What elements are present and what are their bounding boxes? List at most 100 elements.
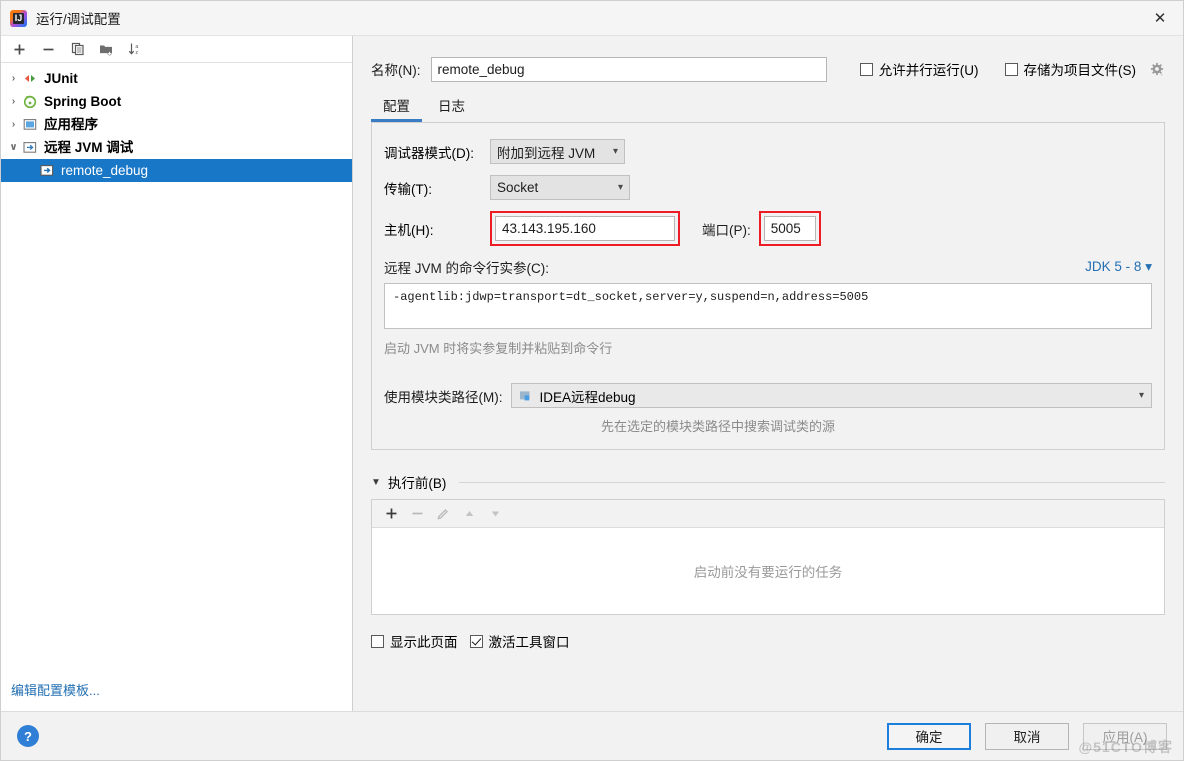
tree-item-label: remote_debug — [61, 162, 149, 178]
configurations-sidebar: a z › JUnit › Spring Boot › 应用程序 ∨ 远程 JV… — [1, 36, 353, 711]
junit-icon — [22, 71, 40, 87]
port-highlight — [758, 211, 821, 246]
bottom-options: 显示此页面 激活工具窗口 — [371, 631, 1165, 651]
dialog-footer: ? 确定 取消 应用(A) @51CTO博客 — [1, 711, 1183, 760]
debugger-mode-select[interactable]: 附加到远程 JVM ▾ — [490, 139, 625, 164]
chevron-right-icon[interactable]: › — [5, 73, 22, 84]
allow-parallel-run-checkbox[interactable]: 允许并行运行(U) — [859, 59, 979, 79]
triangle-down-icon: ▼ — [371, 476, 381, 488]
activate-tool-window-label: 激活工具窗口 — [488, 635, 570, 650]
configuration-panel: 调试器模式(D): 附加到远程 JVM ▾ 传输(T): Socket ▾ 主机… — [371, 122, 1165, 450]
sidebar-toolbar: a z — [1, 36, 352, 63]
sort-configurations-button[interactable]: a z — [123, 38, 148, 61]
module-classpath-value: IDEA远程debug — [539, 389, 636, 405]
spring-boot-icon — [22, 94, 40, 110]
command-line-args-textarea[interactable]: -agentlib:jdwp=transport=dt_socket,serve… — [384, 283, 1152, 329]
port-label: 端口(P): — [702, 222, 751, 238]
store-as-project-file-checkbox[interactable]: 存储为项目文件(S) — [1004, 59, 1166, 79]
debugger-mode-row: 调试器模式(D): 附加到远程 JVM ▾ — [384, 139, 1152, 164]
tree-item-spring-boot[interactable]: › Spring Boot — [1, 90, 352, 113]
checkbox-box — [1004, 62, 1018, 76]
chevron-down-icon: ▾ — [1138, 390, 1144, 401]
before-launch-empty-message: 启动前没有要运行的任务 — [693, 565, 843, 580]
folder-add-icon — [100, 45, 112, 56]
name-row: 名称(N): 允许并行运行(U) 存储为项目文件(S) — [371, 36, 1165, 94]
checkbox-box — [859, 62, 873, 76]
checkbox-box — [469, 634, 483, 648]
tree-item-junit[interactable]: › JUnit — [1, 67, 352, 90]
chevron-down-icon: ▾ — [1145, 259, 1152, 274]
tree-item-remote-debug[interactable]: remote_debug — [1, 159, 352, 182]
activate-tool-window-checkbox[interactable]: 激活工具窗口 — [469, 631, 570, 651]
edit-task-button — [434, 505, 452, 523]
minus-icon — [43, 48, 54, 50]
svg-text:z: z — [135, 50, 138, 56]
add-configuration-button[interactable] — [7, 38, 32, 61]
debugger-mode-value: 附加到远程 JVM — [497, 145, 596, 161]
plus-icon — [386, 508, 396, 519]
before-launch-title: 执行前(B) — [387, 476, 447, 491]
close-icon[interactable]: ✕ — [1137, 1, 1183, 35]
move-down-button — [486, 505, 504, 523]
apply-button[interactable]: 应用(A) — [1083, 722, 1167, 750]
minus-icon — [412, 512, 422, 515]
command-line-args-hint: 启动 JVM 时将实参复制并粘贴到命令行 — [384, 341, 613, 356]
transport-select[interactable]: Socket ▾ — [490, 175, 630, 200]
name-label: 名称(N): — [371, 63, 421, 78]
configuration-editor: 名称(N): 允许并行运行(U) 存储为项目文件(S) — [353, 36, 1183, 711]
chevron-down-icon: ▾ — [617, 182, 623, 193]
chevron-right-icon[interactable]: › — [5, 96, 22, 107]
tree-item-label: 远程 JVM 调试 — [44, 139, 134, 155]
title-bar: IJ 运行/调试配置 ✕ — [1, 1, 1183, 36]
port-input[interactable] — [763, 216, 816, 241]
triangle-down-icon — [491, 511, 499, 517]
chevron-right-icon[interactable]: › — [5, 119, 22, 130]
dialog-buttons: 确定 取消 应用(A) — [887, 722, 1167, 750]
tab-logs[interactable]: 日志 — [426, 95, 477, 122]
editor-tabs: 配置 日志 — [371, 94, 1165, 122]
transport-value: Socket — [497, 180, 539, 195]
gear-icon[interactable] — [1150, 62, 1165, 77]
jdk-version-label: JDK 5 - 8 — [1085, 259, 1142, 274]
jdk-version-selector[interactable]: JDK 5 - 8 ▾ — [1085, 259, 1152, 275]
checkbox-box — [371, 634, 384, 648]
host-port-row: 主机(H): 端口(P): — [384, 211, 1152, 246]
show-page-label: 显示此页面 — [390, 635, 458, 650]
remote-jvm-debug-icon — [22, 140, 40, 156]
command-line-args-label: 远程 JVM 的命令行实参(C): — [384, 261, 549, 276]
copy-configuration-button[interactable] — [65, 38, 90, 61]
plus-icon — [14, 44, 25, 54]
pencil-icon — [437, 508, 448, 520]
cancel-button[interactable]: 取消 — [985, 722, 1069, 750]
tree-item-label: Spring Boot — [44, 93, 122, 109]
help-button[interactable]: ? — [17, 725, 39, 747]
tree-item-application[interactable]: › 应用程序 — [1, 113, 352, 136]
add-task-button[interactable] — [382, 505, 400, 523]
chevron-down-icon[interactable]: ∨ — [5, 142, 22, 153]
module-classpath-row: 使用模块类路径(M): IDEA远程debug ▾ — [384, 383, 1152, 408]
host-input[interactable] — [495, 216, 675, 241]
tab-configuration[interactable]: 配置 — [371, 95, 422, 122]
name-input[interactable] — [430, 56, 827, 82]
before-launch-toolbar — [372, 500, 1164, 528]
module-classpath-select[interactable]: IDEA远程debug ▾ — [510, 383, 1152, 408]
module-classpath-hint: 先在选定的模块类路径中搜索调试类的源 — [600, 419, 835, 434]
show-page-checkbox[interactable]: 显示此页面 — [371, 631, 458, 651]
dialog-body: a z › JUnit › Spring Boot › 应用程序 ∨ 远程 JV… — [1, 36, 1183, 711]
edit-configuration-templates-link[interactable]: 编辑配置模板... — [11, 680, 100, 699]
run-debug-configurations-dialog: IJ 运行/调试配置 ✕ a z › JUnit › Spring Boot ›… — [0, 0, 1184, 761]
ok-button[interactable]: 确定 — [887, 722, 971, 750]
tree-item-remote-jvm-debug[interactable]: ∨ 远程 JVM 调试 — [1, 136, 352, 159]
remove-task-button — [408, 505, 426, 523]
tree-item-label: JUnit — [44, 70, 78, 86]
before-launch-panel: 启动前没有要运行的任务 — [371, 499, 1165, 615]
new-folder-button[interactable] — [94, 38, 119, 61]
configurations-tree: › JUnit › Spring Boot › 应用程序 ∨ 远程 JVM 调试… — [1, 63, 352, 711]
triangle-up-icon — [465, 511, 473, 516]
store-as-project-file-label: 存储为项目文件(S) — [1023, 63, 1137, 78]
host-highlight — [490, 211, 680, 246]
remove-configuration-button[interactable] — [36, 38, 61, 61]
command-line-args-header: 远程 JVM 的命令行实参(C): JDK 5 - 8 ▾ — [384, 257, 1152, 277]
intellij-idea-icon: IJ — [10, 9, 27, 27]
before-launch-header[interactable]: ▼ 执行前(B) — [371, 472, 1165, 492]
